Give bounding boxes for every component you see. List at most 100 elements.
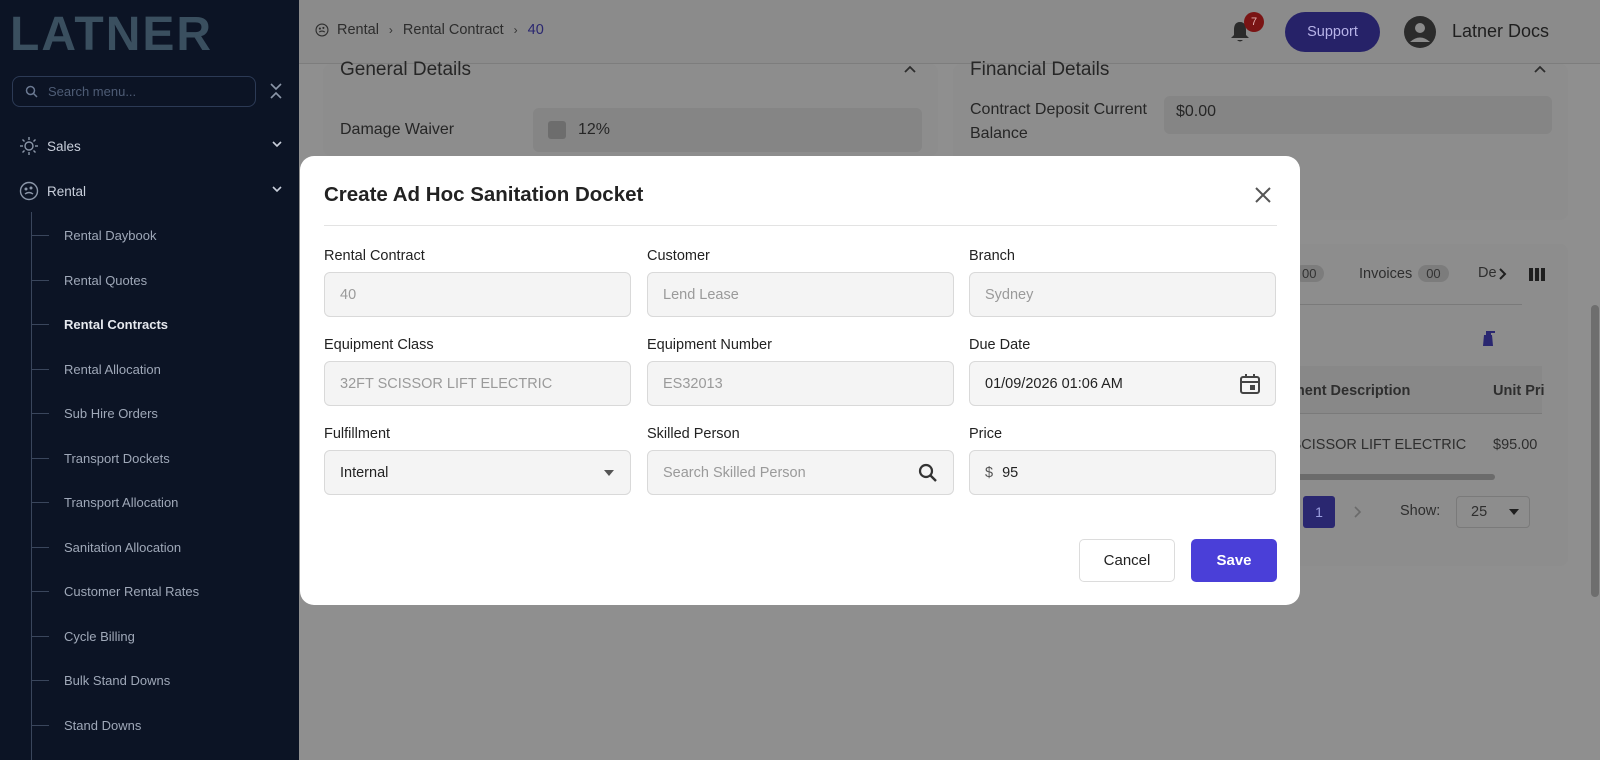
equipment-class-field: 32FT SCISSOR LIFT ELECTRIC — [324, 361, 631, 406]
due-date-input[interactable]: 01/09/2026 01:06 AM — [969, 361, 1276, 406]
deposit-field — [1164, 96, 1552, 134]
table-scrollbar[interactable] — [1270, 474, 1495, 480]
cell-unit-price: $95.00 — [1493, 437, 1538, 453]
sidebar-item-label: Sanitation Allocation — [64, 539, 182, 555]
equipment-number-value: ES32013 — [663, 375, 723, 392]
chevron-down-icon — [272, 141, 282, 148]
breadcrumb-separator-icon: › — [513, 23, 518, 37]
customer-value: Lend Lease — [663, 286, 739, 303]
caret-down-icon — [1509, 509, 1519, 515]
page-button-current[interactable]: 1 — [1303, 496, 1335, 528]
chevron-down-icon — [272, 186, 282, 193]
chevron-right-icon[interactable] — [1498, 267, 1508, 281]
chevron-up-icon[interactable] — [903, 64, 917, 74]
cell-equipment-description: T SCISSOR LIFT ELECTRIC — [1279, 437, 1467, 453]
financial-details-title: Financial Details — [970, 59, 1110, 80]
top-header: Rental › Rental Contract › 40 7 Support … — [299, 0, 1600, 64]
customer-field: Lend Lease — [647, 272, 954, 317]
collapse-icon[interactable] — [268, 82, 284, 100]
page-size-select[interactable]: 25 — [1456, 496, 1530, 528]
sidebar-item-rental-daybook[interactable]: Rental Daybook — [31, 220, 299, 250]
chevron-up-icon[interactable] — [1533, 64, 1547, 74]
menu-item-rental[interactable]: Rental — [0, 171, 299, 211]
tab-invoices-label: Invoices — [1359, 266, 1413, 282]
user-icon[interactable] — [1404, 16, 1436, 48]
close-icon[interactable] — [1254, 186, 1272, 204]
branch-value: Sydney — [985, 286, 1034, 303]
create-sanitation-docket-modal: Create Ad Hoc Sanitation Docket Rental C… — [300, 156, 1300, 605]
sidebar-item-transport-allocation[interactable]: Transport Allocation — [31, 487, 299, 517]
sidebar-item-sanitation-allocation[interactable]: Sanitation Allocation — [31, 532, 299, 562]
search-placeholder: Search menu... — [48, 84, 137, 99]
deposit-label-line1: Contract Deposit Current — [970, 101, 1147, 118]
damage-waiver-checkbox[interactable] — [548, 121, 566, 139]
sidebar-item-label: Rental Quotes — [64, 272, 148, 288]
menu-search-input[interactable]: Search menu... — [12, 76, 256, 107]
sidebar-item-rental-allocation[interactable]: Rental Allocation — [31, 354, 299, 384]
support-button[interactable]: Support — [1285, 12, 1380, 52]
equipment-class-value: 32FT SCISSOR LIFT ELECTRIC — [340, 375, 553, 392]
equipment-number-label: Equipment Number — [647, 337, 772, 353]
deposit-label-line2: Balance — [970, 125, 1028, 142]
price-value: 95 — [1002, 464, 1019, 481]
rental-contract-label: Rental Contract — [324, 248, 425, 264]
sidebar: LATNER Search menu... Sales Rental Renta… — [0, 0, 299, 760]
due-date-label: Due Date — [969, 337, 1031, 353]
sidebar-item-customer-rental-rates[interactable]: Customer Rental Rates — [31, 576, 299, 606]
skilled-person-label: Skilled Person — [647, 426, 740, 442]
columns-icon[interactable] — [1529, 268, 1545, 281]
customer-label: Customer — [647, 248, 710, 264]
notification-badge: 7 — [1244, 12, 1264, 32]
page-scrollbar[interactable] — [1591, 305, 1599, 597]
sales-icon — [20, 137, 38, 155]
skilled-person-search-input[interactable]: Search Skilled Person — [647, 450, 954, 495]
caret-down-icon — [604, 470, 614, 476]
user-name[interactable]: Latner Docs — [1452, 21, 1549, 42]
sidebar-item-stand-downs[interactable]: Stand Downs — [31, 710, 299, 740]
sidebar-item-cycle-billing[interactable]: Cycle Billing — [31, 621, 299, 651]
calendar-icon[interactable] — [1239, 373, 1261, 395]
fulfillment-value: Internal — [340, 464, 389, 481]
page-size-value: 25 — [1471, 504, 1488, 520]
menu-item-label: Rental — [47, 183, 87, 199]
latner-logo[interactable]: LATNER — [10, 10, 280, 54]
sidebar-item-sub-hire-orders[interactable]: Sub Hire Orders — [31, 398, 299, 428]
sidebar-item-label: Rental Daybook — [64, 227, 157, 243]
sidebar-item-label: Cycle Billing — [64, 628, 135, 644]
cancel-button[interactable]: Cancel — [1079, 539, 1175, 582]
menu-item-label: Sales — [47, 138, 81, 154]
due-date-value: 01/09/2026 01:06 AM — [985, 375, 1123, 392]
rental-contract-value: 40 — [340, 286, 357, 303]
menu-item-sales[interactable]: Sales — [0, 126, 299, 166]
modal-divider — [324, 225, 1277, 226]
tabs-divider — [1278, 304, 1522, 305]
sidebar-item-rental-contracts[interactable]: Rental Contracts — [31, 309, 299, 339]
sanitation-icon[interactable] — [1479, 329, 1497, 347]
breadcrumb-rental-contract[interactable]: Rental Contract — [403, 22, 504, 38]
breadcrumb-rental[interactable]: Rental — [337, 22, 379, 38]
sidebar-item-rental-quotes[interactable]: Rental Quotes — [31, 265, 299, 295]
sidebar-item-label: Rental Contracts — [64, 316, 169, 332]
sidebar-item-bulk-stand-downs[interactable]: Bulk Stand Downs — [31, 665, 299, 695]
equipment-number-field: ES32013 — [647, 361, 954, 406]
sidebar-item-transport-dockets[interactable]: Transport Dockets — [31, 443, 299, 473]
save-button[interactable]: Save — [1191, 539, 1277, 582]
damage-waiver-label: Damage Waiver — [340, 121, 455, 138]
magnifier-icon[interactable] — [917, 462, 939, 484]
rental-contract-field: 40 — [324, 272, 631, 317]
tab-invoices[interactable]: Invoices 00 — [1359, 265, 1449, 282]
fulfillment-select[interactable]: Internal — [324, 450, 631, 495]
rental-icon — [315, 23, 329, 37]
skilled-person-placeholder: Search Skilled Person — [663, 464, 806, 481]
next-page-icon[interactable] — [1353, 505, 1363, 519]
breadcrumb-current: 40 — [527, 22, 544, 38]
col-unit-price: Unit Pri — [1493, 383, 1545, 399]
sidebar-item-label: Transport Allocation — [64, 494, 179, 510]
sidebar-item-label: Transport Dockets — [64, 450, 170, 466]
price-input[interactable]: $ 95 — [969, 450, 1276, 495]
search-icon — [25, 85, 38, 98]
damage-waiver-value: 12% — [578, 121, 611, 138]
modal-title: Create Ad Hoc Sanitation Docket — [324, 183, 644, 206]
tab-deposits[interactable]: De — [1478, 265, 1497, 281]
breadcrumb: Rental › Rental Contract › 40 — [315, 22, 544, 38]
